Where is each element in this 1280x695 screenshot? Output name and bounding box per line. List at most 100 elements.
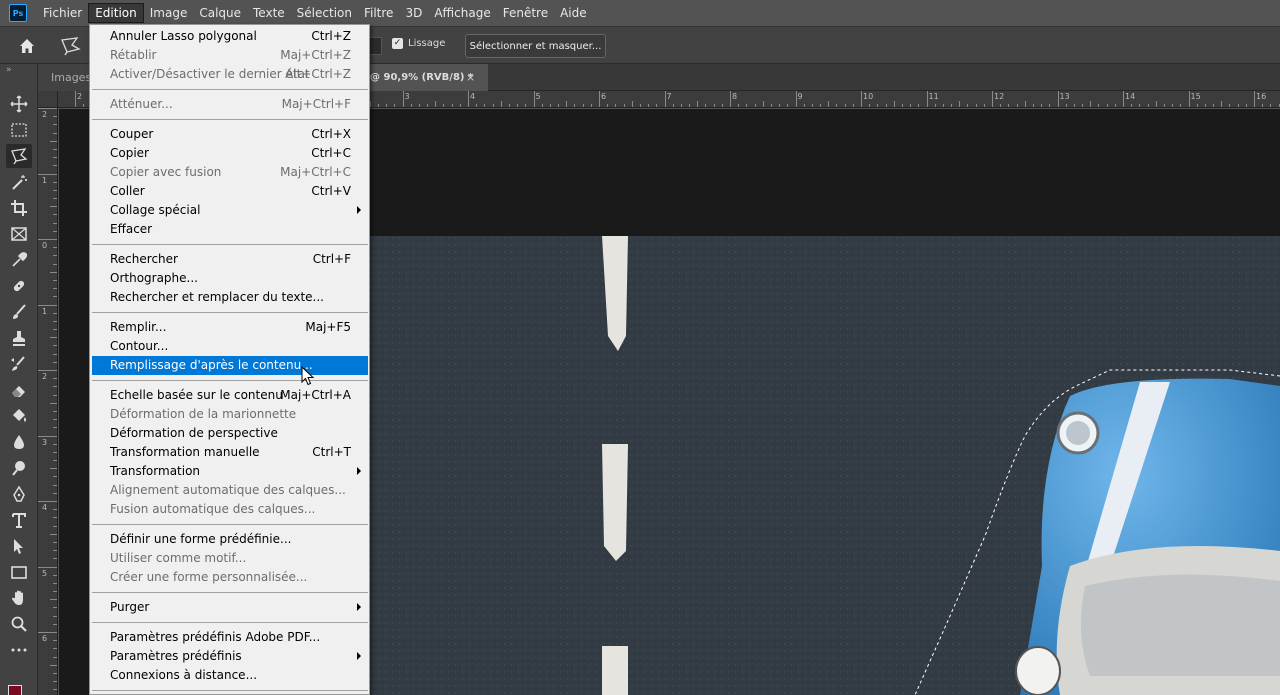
- polygonal-lasso-tool[interactable]: [6, 144, 32, 168]
- menu-selection[interactable]: Sélection: [291, 3, 358, 23]
- tool-preset-picker[interactable]: [59, 35, 83, 57]
- antialias-option[interactable]: ✓ Lissage: [392, 38, 445, 49]
- feather-field[interactable]: [368, 37, 382, 55]
- ruler-minor-tick: [53, 296, 57, 298]
- ruler-label: 7: [666, 92, 672, 101]
- menu-item-coller[interactable]: Coller Ctrl+V: [92, 182, 368, 201]
- ruler-minor-tick: [566, 101, 568, 107]
- menu-item-effacer[interactable]: Effacer: [92, 220, 368, 239]
- submenu-arrow-icon: [357, 603, 361, 611]
- ruler-minor-tick: [983, 104, 985, 107]
- menu-fenetre[interactable]: Fenêtre: [497, 3, 554, 23]
- menu-item-rechercher[interactable]: Rechercher Ctrl+F: [92, 250, 368, 269]
- magic-wand-tool[interactable]: [6, 170, 32, 194]
- menu-calque[interactable]: Calque: [193, 3, 247, 23]
- photoshop-logo-icon[interactable]: Ps: [9, 4, 27, 22]
- submenu-arrow-icon: [357, 467, 361, 475]
- menu-item-purger[interactable]: Purger: [92, 598, 368, 617]
- select-and-mask-button[interactable]: Sélectionner et masquer...: [465, 34, 606, 58]
- menu-item-contour[interactable]: Contour...: [92, 337, 368, 356]
- menu-item-transformation-manuelle[interactable]: Transformation manuelle Ctrl+T: [92, 443, 368, 462]
- ruler-minor-tick: [53, 615, 57, 617]
- brush-tool[interactable]: [6, 300, 32, 324]
- panel-collapse-icon[interactable]: »: [6, 65, 11, 75]
- menu-item-shortcut: Ctrl+F: [312, 252, 351, 266]
- ruler-minor-tick: [53, 640, 57, 642]
- menu-item-annuler-lasso-polygonal[interactable]: Annuler Lasso polygonal Ctrl+Z: [92, 27, 368, 46]
- menu-3d[interactable]: 3D: [399, 3, 428, 23]
- type-icon: [12, 513, 26, 528]
- menu-filtre[interactable]: Filtre: [358, 3, 399, 23]
- dodge-tool[interactable]: [6, 456, 32, 480]
- path-selection-tool[interactable]: [6, 534, 32, 558]
- menu-item-label: Effacer: [110, 222, 153, 236]
- home-button[interactable]: [17, 36, 37, 56]
- menu-item-definir-une-forme-predefinie[interactable]: Définir une forme prédéfinie...: [92, 530, 368, 549]
- ruler-minor-tick: [53, 148, 57, 150]
- menu-item-deformation-de-la-marionnette: Déformation de la marionnette: [92, 405, 368, 424]
- more-tools[interactable]: [6, 638, 32, 662]
- menu-item-shortcut: Ctrl+V: [311, 184, 351, 198]
- menu-fichier[interactable]: Fichier: [37, 3, 88, 23]
- menu-item-collage-special[interactable]: Collage spécial: [92, 201, 368, 220]
- paint-bucket-tool[interactable]: [6, 404, 32, 428]
- healing-brush-tool[interactable]: [6, 274, 32, 298]
- menu-image[interactable]: Image: [144, 3, 194, 23]
- eraser-tool[interactable]: [6, 378, 32, 402]
- ruler-minor-tick: [713, 104, 715, 107]
- paint-bucket-icon: [13, 409, 26, 422]
- menu-item-label: Purger: [110, 600, 150, 614]
- clone-stamp-tool[interactable]: [6, 326, 32, 350]
- menu-item-parametres-predefinis-adobe-pdf[interactable]: Paramètres prédéfinis Adobe PDF...: [92, 628, 368, 647]
- menu-separator: [92, 312, 368, 313]
- menu-texte[interactable]: Texte: [247, 3, 291, 23]
- ruler-minor-tick: [1114, 104, 1116, 107]
- ruler-minor-tick: [811, 104, 813, 107]
- move-tool[interactable]: [6, 92, 32, 116]
- ruler-minor-tick: [53, 165, 57, 167]
- rectangle-tool[interactable]: [6, 560, 32, 584]
- foreground-color-swatch[interactable]: [8, 685, 22, 695]
- menu-edition[interactable]: Edition: [88, 3, 144, 23]
- menu-item-deformation-de-perspective[interactable]: Déformation de perspective: [92, 424, 368, 443]
- ruler-minor-tick: [787, 104, 789, 107]
- history-brush-tool[interactable]: [6, 352, 32, 376]
- menu-item-rechercher-et-remplacer-du-texte[interactable]: Rechercher et remplacer du texte...: [92, 288, 368, 307]
- menu-item-echelle-basee-sur-le-contenu[interactable]: Echelle basée sur le contenu Maj+Ctrl+A: [92, 386, 368, 405]
- document-canvas[interactable]: [370, 236, 1280, 695]
- menu-item-couper[interactable]: Couper Ctrl+X: [92, 125, 368, 144]
- dodge-icon: [12, 461, 25, 476]
- menu-separator: [92, 244, 368, 245]
- menu-item-copier[interactable]: Copier Ctrl+C: [92, 144, 368, 163]
- menu-item-transformation[interactable]: Transformation: [92, 462, 368, 481]
- ruler-minor-tick: [558, 104, 560, 107]
- pen-tool[interactable]: [6, 482, 32, 506]
- menu-item-shortcut: Maj+Ctrl+C: [280, 165, 351, 179]
- ruler-minor-tick: [1024, 101, 1026, 107]
- antialias-checkbox[interactable]: ✓: [392, 38, 403, 49]
- menu-item-remplir[interactable]: Remplir... Maj+F5: [92, 318, 368, 337]
- ruler-minor-tick: [50, 140, 57, 142]
- menu-item-remplissage-d-apres-le-contenu[interactable]: Remplissage d'après le contenu...: [92, 356, 368, 375]
- frame-tool[interactable]: [6, 222, 32, 246]
- blur-tool[interactable]: [6, 430, 32, 454]
- menu-item-parametres-predefinis[interactable]: Paramètres prédéfinis: [92, 647, 368, 666]
- zoom-tool[interactable]: [6, 612, 32, 636]
- brush-icon: [13, 304, 26, 319]
- menu-item-orthographe[interactable]: Orthographe...: [92, 269, 368, 288]
- crop-tool[interactable]: [6, 196, 32, 220]
- marquee-tool[interactable]: [6, 118, 32, 142]
- menu-item-label: Remplissage d'après le contenu...: [110, 358, 313, 372]
- ruler-minor-tick: [53, 329, 57, 331]
- eyedropper-tool[interactable]: [6, 248, 32, 272]
- type-tool[interactable]: [6, 508, 32, 532]
- hand-tool[interactable]: [6, 586, 32, 610]
- menu-item-label: Définir une forme prédéfinie...: [110, 532, 292, 546]
- menu-aide[interactable]: Aide: [554, 3, 593, 23]
- vertical-ruler[interactable]: 2 1 0 1 2 3 4 5 6: [38, 108, 58, 695]
- ruler-origin[interactable]: [38, 91, 58, 108]
- ruler-minor-tick: [574, 104, 576, 107]
- menu-item-connexions-a-distance[interactable]: Connexions à distance...: [92, 666, 368, 685]
- menu-affichage[interactable]: Affichage: [428, 3, 496, 23]
- tab-close-icon[interactable]: ×: [466, 64, 475, 91]
